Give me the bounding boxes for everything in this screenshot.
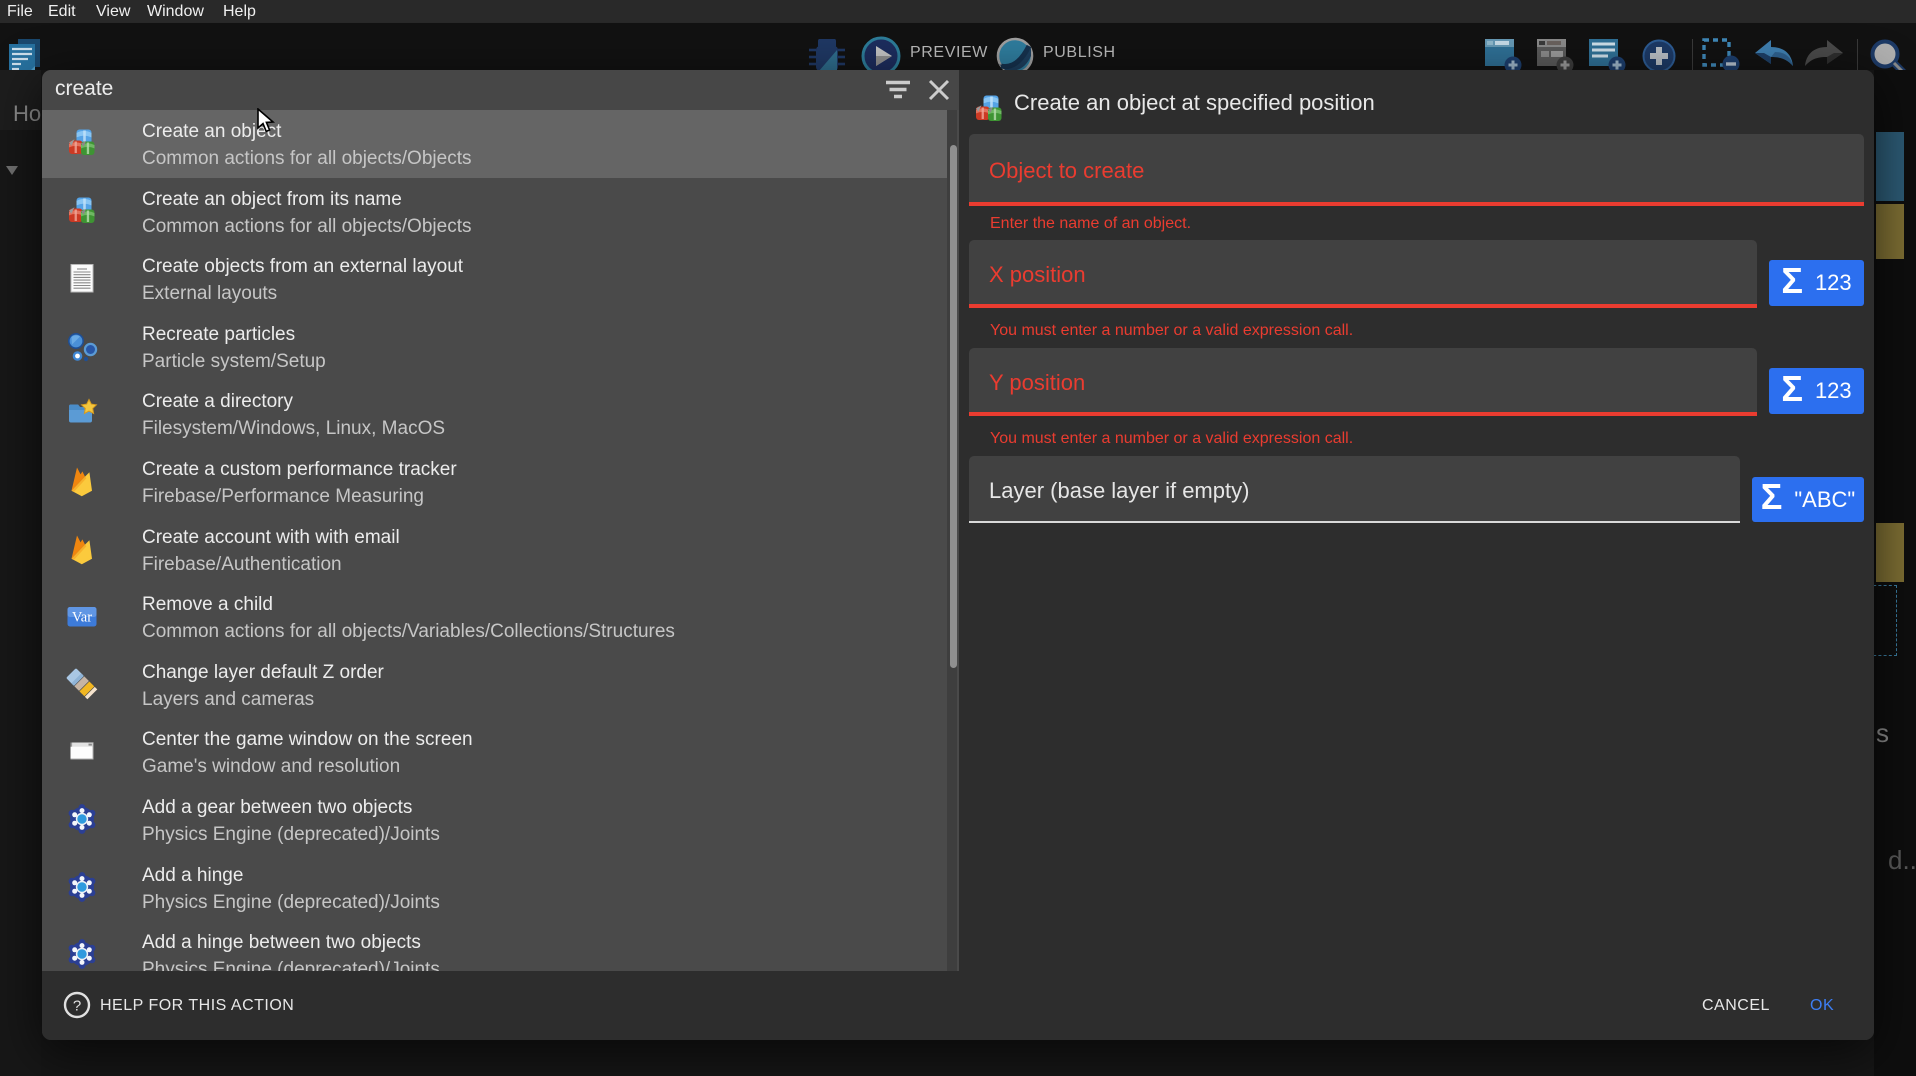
svg-text:Var: Var (72, 610, 92, 626)
svg-text:?: ? (73, 998, 81, 1015)
